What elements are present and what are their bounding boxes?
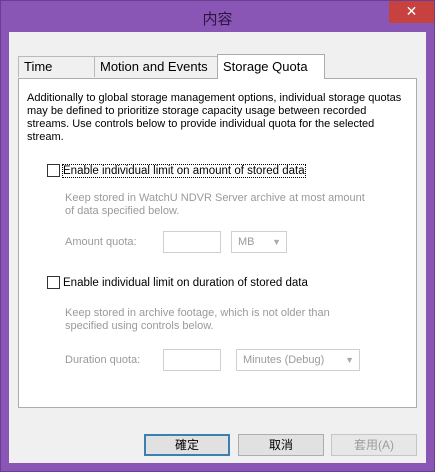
cancel-button[interactable]: 取消 — [238, 434, 324, 456]
close-icon[interactable]: ✕ — [389, 1, 434, 23]
amount-limit-checkbox[interactable] — [47, 164, 60, 177]
dialog-client-area: Time Lapse Motion and Events Storage Quo… — [9, 32, 426, 463]
window-title: 内容 — [202, 11, 233, 28]
duration-limit-checkbox[interactable] — [47, 276, 60, 289]
quota-description: Additionally to global storage managemen… — [27, 92, 402, 143]
duration-limit-checkbox-row[interactable]: Enable individual limit on duration of s… — [47, 276, 308, 289]
amount-quota-input[interactable] — [163, 231, 221, 253]
amount-hint: Keep stored in WatchU NDVR Server archiv… — [65, 192, 365, 217]
amount-unit-select[interactable]: MB ▼ — [231, 231, 287, 253]
storage-quota-panel: Additionally to global storage managemen… — [18, 78, 417, 408]
duration-quota-label: Duration quota: — [65, 354, 141, 366]
tab-time-lapse[interactable]: Time Lapse — [18, 56, 95, 94]
tab-storage-quota[interactable]: Storage Quota — [217, 54, 325, 79]
apply-button[interactable]: 套用(A) — [331, 434, 417, 456]
amount-limit-checkbox-row[interactable]: Enable individual limit on amount of sto… — [47, 163, 306, 178]
amount-unit-value: MB — [238, 236, 255, 248]
duration-unit-value: Minutes (Debug) — [243, 354, 325, 366]
amount-limit-label[interactable]: Enable individual limit on amount of sto… — [62, 163, 306, 178]
chevron-down-icon: ▼ — [272, 237, 281, 247]
duration-hint: Keep stored in archive footage, which is… — [65, 307, 330, 332]
duration-quota-input[interactable] — [163, 349, 221, 371]
chevron-down-icon: ▼ — [345, 355, 354, 365]
duration-unit-select[interactable]: Minutes (Debug) ▼ — [236, 349, 360, 371]
amount-quota-label: Amount quota: — [65, 236, 137, 248]
title-bar[interactable]: 内容 ✕ — [1, 1, 434, 33]
ok-button[interactable]: 確定 — [144, 434, 230, 456]
duration-limit-label[interactable]: Enable individual limit on duration of s… — [63, 277, 308, 289]
properties-dialog: 内容 ✕ Time Lapse Motion and Events Storag… — [0, 0, 435, 472]
tab-motion-and-events[interactable]: Motion and Events — [94, 56, 218, 77]
